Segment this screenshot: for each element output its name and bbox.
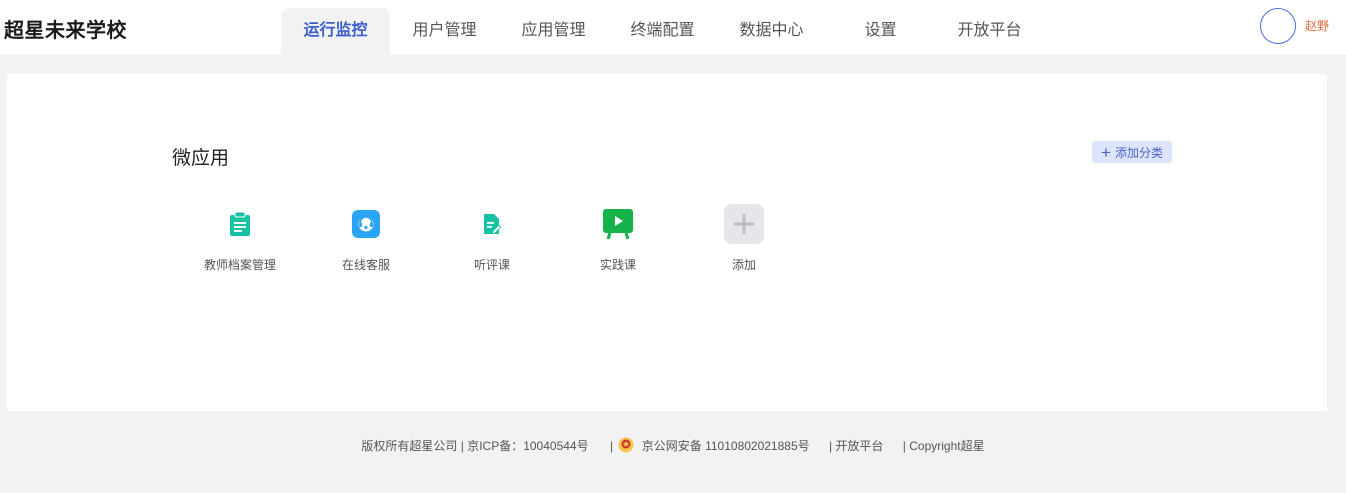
footer: 版权所有超星公司 | 京ICP备：10040544号 | 京公网安备 11010… (0, 437, 1346, 456)
app-label: 添加 (731, 258, 756, 272)
footer-separator: | (609, 439, 614, 453)
footer-copyright: 版权所有超星公司 | 京ICP备：10040544号 (361, 439, 589, 453)
clipboard-icon (220, 204, 260, 244)
footer-copyright-en: | Copyright超星 (902, 439, 985, 453)
app-label: 在线客服 (341, 258, 390, 272)
document-edit-icon (472, 204, 512, 244)
app-practice-class[interactable]: 实践课 (555, 204, 681, 273)
customer-service-icon (346, 204, 386, 244)
tab-user-management[interactable]: 用户管理 (390, 8, 499, 54)
video-board-icon (598, 204, 638, 244)
username[interactable]: 赵野 (1305, 17, 1329, 34)
police-badge-icon (618, 437, 634, 456)
footer-police-record[interactable]: 京公网安备 11010802021885号 (642, 439, 810, 453)
tab-app-management[interactable]: 应用管理 (499, 8, 608, 54)
tab-settings[interactable]: 设置 (826, 8, 935, 54)
tab-data-center[interactable]: 数据中心 (717, 8, 826, 54)
tab-runtime-monitor[interactable]: 运行监控 (281, 8, 390, 54)
section-title: 微应用 (172, 148, 230, 169)
plus-icon (724, 204, 764, 244)
app-add[interactable]: 添加 (681, 204, 807, 273)
tab-terminal-config[interactable]: 终端配置 (608, 8, 717, 54)
app-label: 实践课 (599, 258, 636, 272)
add-category-label: 添加分类 (1114, 145, 1163, 160)
app-online-service[interactable]: 在线客服 (303, 204, 429, 273)
top-navigation-bar: 超星未来学校 运行监控 用户管理 应用管理 终端配置 数据中心 设置 开放平台 … (0, 0, 1346, 54)
app-lesson-evaluation[interactable]: 听评课 (429, 204, 555, 273)
avatar[interactable] (1260, 8, 1296, 44)
app-label: 教师档案管理 (203, 258, 276, 272)
micro-app-list: 教师档案管理 在线客服 听评课 实践课 添加 (177, 204, 807, 273)
add-category-button[interactable]: + 添加分类 (1092, 141, 1172, 163)
school-brand-title: 超星未来学校 (4, 20, 127, 42)
app-label: 听评课 (473, 258, 510, 272)
plus-icon: + (1101, 142, 1111, 162)
app-teacher-archive[interactable]: 教师档案管理 (177, 204, 303, 273)
main-nav: 运行监控 用户管理 应用管理 终端配置 数据中心 设置 开放平台 (281, 8, 1044, 54)
main-content-panel: 微应用 + 添加分类 教师档案管理 在线客服 听评课 实践课 添加 (7, 74, 1327, 411)
footer-open-platform-link[interactable]: | 开放平台 (829, 439, 883, 453)
tab-open-platform[interactable]: 开放平台 (935, 8, 1044, 54)
